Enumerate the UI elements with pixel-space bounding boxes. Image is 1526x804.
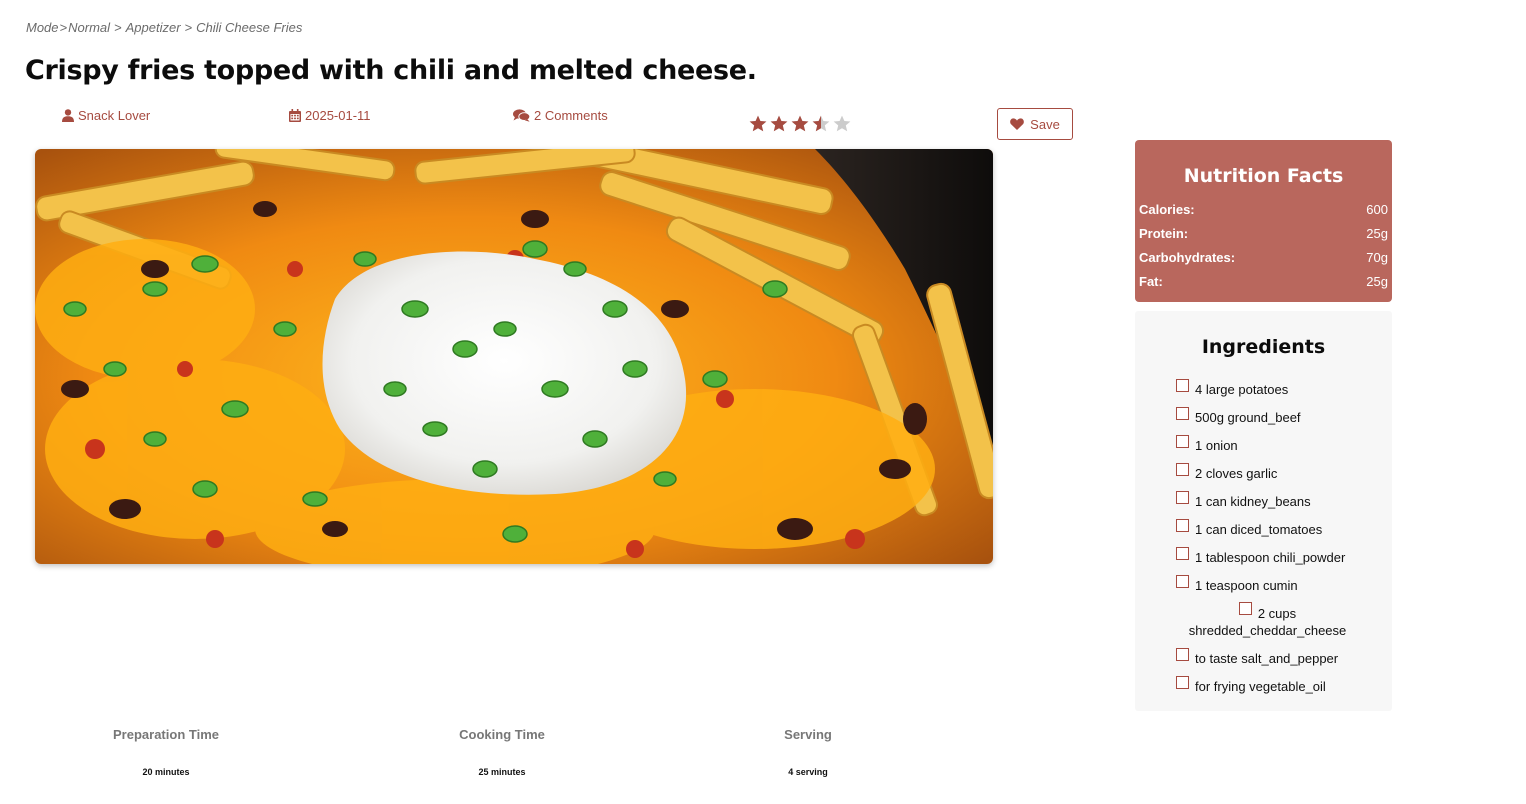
ingredient-checkbox[interactable] <box>1238 602 1252 615</box>
star-icon[interactable] <box>833 115 851 132</box>
prep-time-value: 20 minutes <box>142 767 190 777</box>
ingredient-item[interactable]: 1 can diced_tomatoes <box>1176 519 1323 537</box>
star-icon[interactable] <box>812 115 830 132</box>
nutrition-value: 25g <box>1366 226 1388 241</box>
star-rating[interactable] <box>749 115 851 132</box>
comments-meta[interactable]: 2 Comments <box>513 108 608 123</box>
breadcrumb-current: Chili Cheese Fries <box>196 20 303 35</box>
author-name: Snack Lover <box>78 108 151 123</box>
date-meta: 2025-01-11 <box>289 108 371 123</box>
ingredients-title: Ingredients <box>1201 336 1326 358</box>
calendar-icon <box>289 109 301 122</box>
ingredient-checkbox[interactable] <box>1176 575 1189 588</box>
post-date: 2025-01-11 <box>305 108 371 123</box>
ingredient-checkbox[interactable] <box>1176 407 1189 420</box>
nutrition-value: 25g <box>1366 274 1388 289</box>
nutrition-row-carbohydrates: Carbohydrates: 70g <box>1139 246 1388 270</box>
ingredient-checkbox[interactable] <box>1176 463 1189 476</box>
nutrition-facts-panel: Nutrition Facts Calories: 600 Protein: 2… <box>1135 140 1392 302</box>
ingredient-label: 4 large potatoes <box>1195 382 1289 397</box>
ingredient-item[interactable]: for frying vegetable_oil <box>1176 676 1326 694</box>
ingredient-label: 1 tablespoon chili_powder <box>1195 550 1346 565</box>
ingredient-checkbox[interactable] <box>1176 435 1189 448</box>
ingredient-label: 500g ground_beef <box>1195 410 1301 425</box>
ingredient-item[interactable]: 4 large potatoes <box>1176 379 1289 397</box>
ingredient-label: 2 cups shredded_cheddar_cheese <box>1188 606 1347 638</box>
star-icon[interactable] <box>749 115 767 132</box>
ingredient-item[interactable]: 500g ground_beef <box>1176 407 1301 425</box>
ingredient-item[interactable]: 1 can kidney_beans <box>1176 491 1311 509</box>
ingredient-item[interactable]: to taste salt_and_pepper <box>1176 648 1339 666</box>
nutrition-row-calories: Calories: 600 <box>1139 198 1388 222</box>
prep-time-label: Preparation Time <box>113 727 219 742</box>
ingredient-label: to taste salt_and_pepper <box>1195 651 1339 666</box>
nutrition-value: 600 <box>1366 202 1388 217</box>
save-button-label: Save <box>1030 116 1060 132</box>
breadcrumb-mode[interactable]: Mode <box>26 20 59 35</box>
save-button[interactable]: Save <box>997 108 1073 140</box>
ingredient-label: 2 cloves garlic <box>1195 466 1278 481</box>
nutrition-label: Carbohydrates: <box>1139 250 1236 265</box>
comments-icon <box>513 109 530 122</box>
breadcrumb-appetizer[interactable]: Appetizer <box>126 20 181 35</box>
breadcrumb: Mode>Normal > Appetizer > Chili Cheese Fries <box>26 20 303 35</box>
ingredient-item[interactable]: 1 onion <box>1176 435 1238 453</box>
ingredient-checkbox[interactable] <box>1176 648 1189 661</box>
nutrition-value: 70g <box>1366 250 1388 265</box>
nutrition-row-protein: Protein: 25g <box>1139 222 1388 246</box>
ingredient-checkbox[interactable] <box>1176 547 1189 560</box>
nutrition-label: Calories: <box>1139 202 1195 217</box>
comments-count: 2 Comments <box>534 108 608 123</box>
cook-time-value: 25 minutes <box>478 767 526 777</box>
user-icon <box>62 109 74 122</box>
ingredient-item[interactable]: 1 tablespoon chili_powder <box>1176 547 1346 565</box>
ingredient-item[interactable]: 1 teaspoon cumin <box>1176 575 1298 593</box>
ingredient-checkbox[interactable] <box>1176 491 1189 504</box>
ingredient-label: 1 teaspoon cumin <box>1195 578 1298 593</box>
serving-value: 4 serving <box>788 767 828 777</box>
ingredient-label: 1 onion <box>1195 438 1238 453</box>
breadcrumb-normal[interactable]: Normal <box>68 20 110 35</box>
serving-label: Serving <box>784 727 832 742</box>
cook-time-label: Cooking Time <box>459 727 545 742</box>
nutrition-title: Nutrition Facts <box>1183 165 1344 187</box>
ingredient-label: 1 can kidney_beans <box>1195 494 1311 509</box>
ingredient-checkbox[interactable] <box>1176 379 1189 392</box>
ingredient-label: for frying vegetable_oil <box>1195 679 1326 694</box>
author-meta[interactable]: Snack Lover <box>62 108 150 123</box>
ingredient-checkbox[interactable] <box>1176 519 1189 532</box>
ingredient-item[interactable]: 2 cups shredded_cheddar_cheese <box>1175 602 1360 639</box>
page-title: Crispy fries topped with chili and melte… <box>25 55 757 86</box>
star-icon[interactable] <box>770 115 788 132</box>
nutrition-label: Protein: <box>1139 226 1189 241</box>
nutrition-row-fat: Fat: 25g <box>1139 270 1388 294</box>
star-icon[interactable] <box>791 115 809 132</box>
ingredient-checkbox[interactable] <box>1176 676 1189 689</box>
recipe-photo <box>35 149 993 564</box>
heart-icon <box>1010 118 1025 130</box>
nutrition-label: Fat: <box>1139 274 1163 289</box>
ingredient-item[interactable]: 2 cloves garlic <box>1176 463 1278 481</box>
ingredients-panel: Ingredients 4 large potatoes 500g ground… <box>1135 311 1392 711</box>
ingredient-label: 1 can diced_tomatoes <box>1195 522 1323 537</box>
